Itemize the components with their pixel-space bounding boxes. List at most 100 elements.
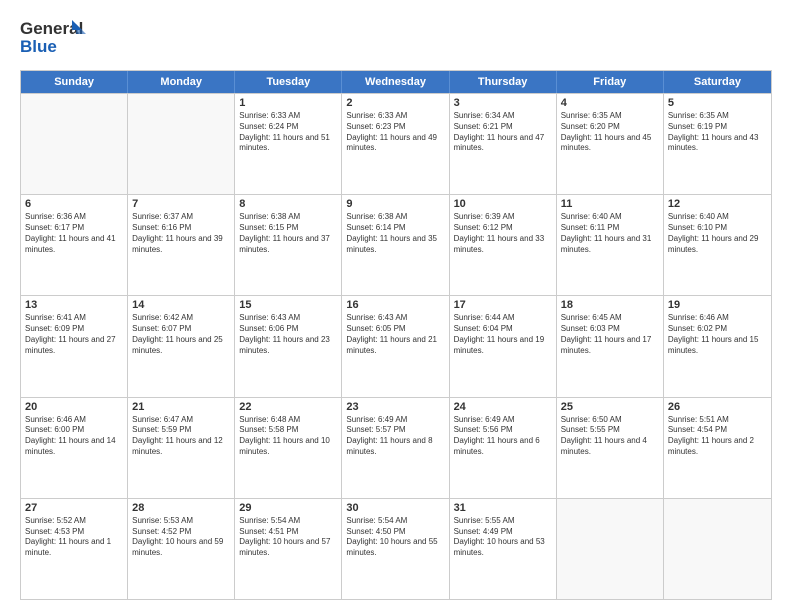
day-number: 23	[346, 401, 444, 413]
cell-info: Sunrise: 6:40 AM Sunset: 6:11 PM Dayligh…	[561, 212, 659, 255]
logo: GeneralBlue	[20, 16, 90, 60]
cal-cell: 13 Sunrise: 6:41 AM Sunset: 6:09 PM Dayli…	[21, 296, 128, 396]
cell-info: Sunrise: 6:35 AM Sunset: 6:20 PM Dayligh…	[561, 111, 659, 154]
cell-info: Sunrise: 5:54 AM Sunset: 4:50 PM Dayligh…	[346, 516, 444, 559]
cal-cell: 23Sunrise: 6:49 AM Sunset: 5:57 PM Dayli…	[342, 398, 449, 498]
day-number: 3	[454, 97, 552, 109]
cell-info: Sunrise: 6:34 AM Sunset: 6:21 PM Dayligh…	[454, 111, 552, 154]
day-number: 7	[132, 198, 230, 210]
cal-header-day: Tuesday	[235, 71, 342, 93]
day-number: 8	[239, 198, 337, 210]
cal-cell: 21 Sunrise: 6:47 AM Sunset: 5:59 PM Dayli…	[128, 398, 235, 498]
day-number: 4	[561, 97, 659, 109]
cell-info: Sunrise: 5:52 AM Sunset: 4:53 PM Dayligh…	[25, 516, 123, 559]
cal-cell: 11 Sunrise: 6:40 AM Sunset: 6:11 PM Dayli…	[557, 195, 664, 295]
cell-info: Sunrise: 5:55 AM Sunset: 4:49 PM Dayligh…	[454, 516, 552, 559]
day-number: 21	[132, 401, 230, 413]
cell-info: Sunrise: 6:33 AM Sunset: 6:23 PM Dayligh…	[346, 111, 444, 154]
day-number: 16	[346, 299, 444, 311]
day-number: 27	[25, 502, 123, 514]
day-number: 18	[561, 299, 659, 311]
cell-info: Sunrise: 6:44 AM Sunset: 6:04 PM Dayligh…	[454, 313, 552, 356]
cell-info: Sunrise: 6:49 AM Sunset: 5:56 PM Dayligh…	[454, 415, 552, 458]
cal-week: 13 Sunrise: 6:41 AM Sunset: 6:09 PM Dayli…	[21, 295, 771, 396]
cell-info: Sunrise: 6:50 AM Sunset: 5:55 PM Dayligh…	[561, 415, 659, 458]
cell-info: Sunrise: 6:46 AM Sunset: 6:02 PM Dayligh…	[668, 313, 767, 356]
day-number: 19	[668, 299, 767, 311]
cal-cell: 4 Sunrise: 6:35 AM Sunset: 6:20 PM Daylig…	[557, 94, 664, 194]
day-number: 25	[561, 401, 659, 413]
cal-cell: 7 Sunrise: 6:37 AM Sunset: 6:16 PM Daylig…	[128, 195, 235, 295]
cell-info: Sunrise: 6:43 AM Sunset: 6:06 PM Dayligh…	[239, 313, 337, 356]
cal-cell: 19 Sunrise: 6:46 AM Sunset: 6:02 PM Dayli…	[664, 296, 771, 396]
day-number: 20	[25, 401, 123, 413]
cal-cell	[557, 499, 664, 599]
day-number: 15	[239, 299, 337, 311]
cal-cell: 24 Sunrise: 6:49 AM Sunset: 5:56 PM Dayli…	[450, 398, 557, 498]
cal-header-day: Sunday	[21, 71, 128, 93]
day-number: 6	[25, 198, 123, 210]
day-number: 24	[454, 401, 552, 413]
cal-cell: 15 Sunrise: 6:43 AM Sunset: 6:06 PM Dayli…	[235, 296, 342, 396]
cal-cell	[21, 94, 128, 194]
cal-header-day: Monday	[128, 71, 235, 93]
cal-cell: 26 Sunrise: 5:51 AM Sunset: 4:54 PM Dayli…	[664, 398, 771, 498]
day-number: 26	[668, 401, 767, 413]
day-number: 12	[668, 198, 767, 210]
cell-info: Sunrise: 5:51 AM Sunset: 4:54 PM Dayligh…	[668, 415, 767, 458]
cal-cell: 28 Sunrise: 5:53 AM Sunset: 4:52 PM Dayli…	[128, 499, 235, 599]
calendar-body: 1 Sunrise: 6:33 AM Sunset: 6:24 PM Daylig…	[21, 93, 771, 599]
cal-cell: 10 Sunrise: 6:39 AM Sunset: 6:12 PM Dayli…	[450, 195, 557, 295]
cal-cell: 9Sunrise: 6:38 AM Sunset: 6:14 PM Daylig…	[342, 195, 449, 295]
day-number: 1	[239, 97, 337, 109]
cal-cell: 3 Sunrise: 6:34 AM Sunset: 6:21 PM Daylig…	[450, 94, 557, 194]
cell-info: Sunrise: 6:35 AM Sunset: 6:19 PM Dayligh…	[668, 111, 767, 154]
cell-info: Sunrise: 6:40 AM Sunset: 6:10 PM Dayligh…	[668, 212, 767, 255]
day-number: 28	[132, 502, 230, 514]
day-number: 29	[239, 502, 337, 514]
cal-week: 20Sunrise: 6:46 AM Sunset: 6:00 PM Dayli…	[21, 397, 771, 498]
day-number: 14	[132, 299, 230, 311]
day-number: 11	[561, 198, 659, 210]
cal-week: 1 Sunrise: 6:33 AM Sunset: 6:24 PM Daylig…	[21, 93, 771, 194]
cal-cell: 12 Sunrise: 6:40 AM Sunset: 6:10 PM Dayli…	[664, 195, 771, 295]
cal-cell: 20Sunrise: 6:46 AM Sunset: 6:00 PM Dayli…	[21, 398, 128, 498]
cal-header-day: Thursday	[450, 71, 557, 93]
cal-week: 6 Sunrise: 6:36 AM Sunset: 6:17 PM Daylig…	[21, 194, 771, 295]
cell-info: Sunrise: 5:53 AM Sunset: 4:52 PM Dayligh…	[132, 516, 230, 559]
cal-cell: 5 Sunrise: 6:35 AM Sunset: 6:19 PM Daylig…	[664, 94, 771, 194]
cal-cell: 16 Sunrise: 6:43 AM Sunset: 6:05 PM Dayli…	[342, 296, 449, 396]
cal-cell: 2Sunrise: 6:33 AM Sunset: 6:23 PM Daylig…	[342, 94, 449, 194]
day-number: 5	[668, 97, 767, 109]
cal-cell: 31 Sunrise: 5:55 AM Sunset: 4:49 PM Dayli…	[450, 499, 557, 599]
cell-info: Sunrise: 6:42 AM Sunset: 6:07 PM Dayligh…	[132, 313, 230, 356]
day-number: 31	[454, 502, 552, 514]
cell-info: Sunrise: 6:45 AM Sunset: 6:03 PM Dayligh…	[561, 313, 659, 356]
cal-cell: 6 Sunrise: 6:36 AM Sunset: 6:17 PM Daylig…	[21, 195, 128, 295]
cal-cell: 30Sunrise: 5:54 AM Sunset: 4:50 PM Dayli…	[342, 499, 449, 599]
cal-header-day: Saturday	[664, 71, 771, 93]
page: GeneralBlue SundayMondayTuesdayWednesday…	[0, 0, 792, 612]
cal-cell: 17Sunrise: 6:44 AM Sunset: 6:04 PM Dayli…	[450, 296, 557, 396]
cell-info: Sunrise: 5:54 AM Sunset: 4:51 PM Dayligh…	[239, 516, 337, 559]
cal-week: 27 Sunrise: 5:52 AM Sunset: 4:53 PM Dayli…	[21, 498, 771, 599]
cell-info: Sunrise: 6:39 AM Sunset: 6:12 PM Dayligh…	[454, 212, 552, 255]
cell-info: Sunrise: 6:48 AM Sunset: 5:58 PM Dayligh…	[239, 415, 337, 458]
header: GeneralBlue	[20, 16, 772, 60]
calendar-header: SundayMondayTuesdayWednesdayThursdayFrid…	[21, 71, 771, 93]
cell-info: Sunrise: 6:41 AM Sunset: 6:09 PM Dayligh…	[25, 313, 123, 356]
cell-info: Sunrise: 6:38 AM Sunset: 6:15 PM Dayligh…	[239, 212, 337, 255]
cell-info: Sunrise: 6:33 AM Sunset: 6:24 PM Dayligh…	[239, 111, 337, 154]
day-number: 13	[25, 299, 123, 311]
cell-info: Sunrise: 6:37 AM Sunset: 6:16 PM Dayligh…	[132, 212, 230, 255]
day-number: 10	[454, 198, 552, 210]
cell-info: Sunrise: 6:47 AM Sunset: 5:59 PM Dayligh…	[132, 415, 230, 458]
cal-cell	[664, 499, 771, 599]
cal-cell: 1 Sunrise: 6:33 AM Sunset: 6:24 PM Daylig…	[235, 94, 342, 194]
cell-info: Sunrise: 6:36 AM Sunset: 6:17 PM Dayligh…	[25, 212, 123, 255]
cell-info: Sunrise: 6:43 AM Sunset: 6:05 PM Dayligh…	[346, 313, 444, 356]
day-number: 9	[346, 198, 444, 210]
cal-cell: 22Sunrise: 6:48 AM Sunset: 5:58 PM Dayli…	[235, 398, 342, 498]
calendar: SundayMondayTuesdayWednesdayThursdayFrid…	[20, 70, 772, 600]
cal-cell: 29 Sunrise: 5:54 AM Sunset: 4:51 PM Dayli…	[235, 499, 342, 599]
